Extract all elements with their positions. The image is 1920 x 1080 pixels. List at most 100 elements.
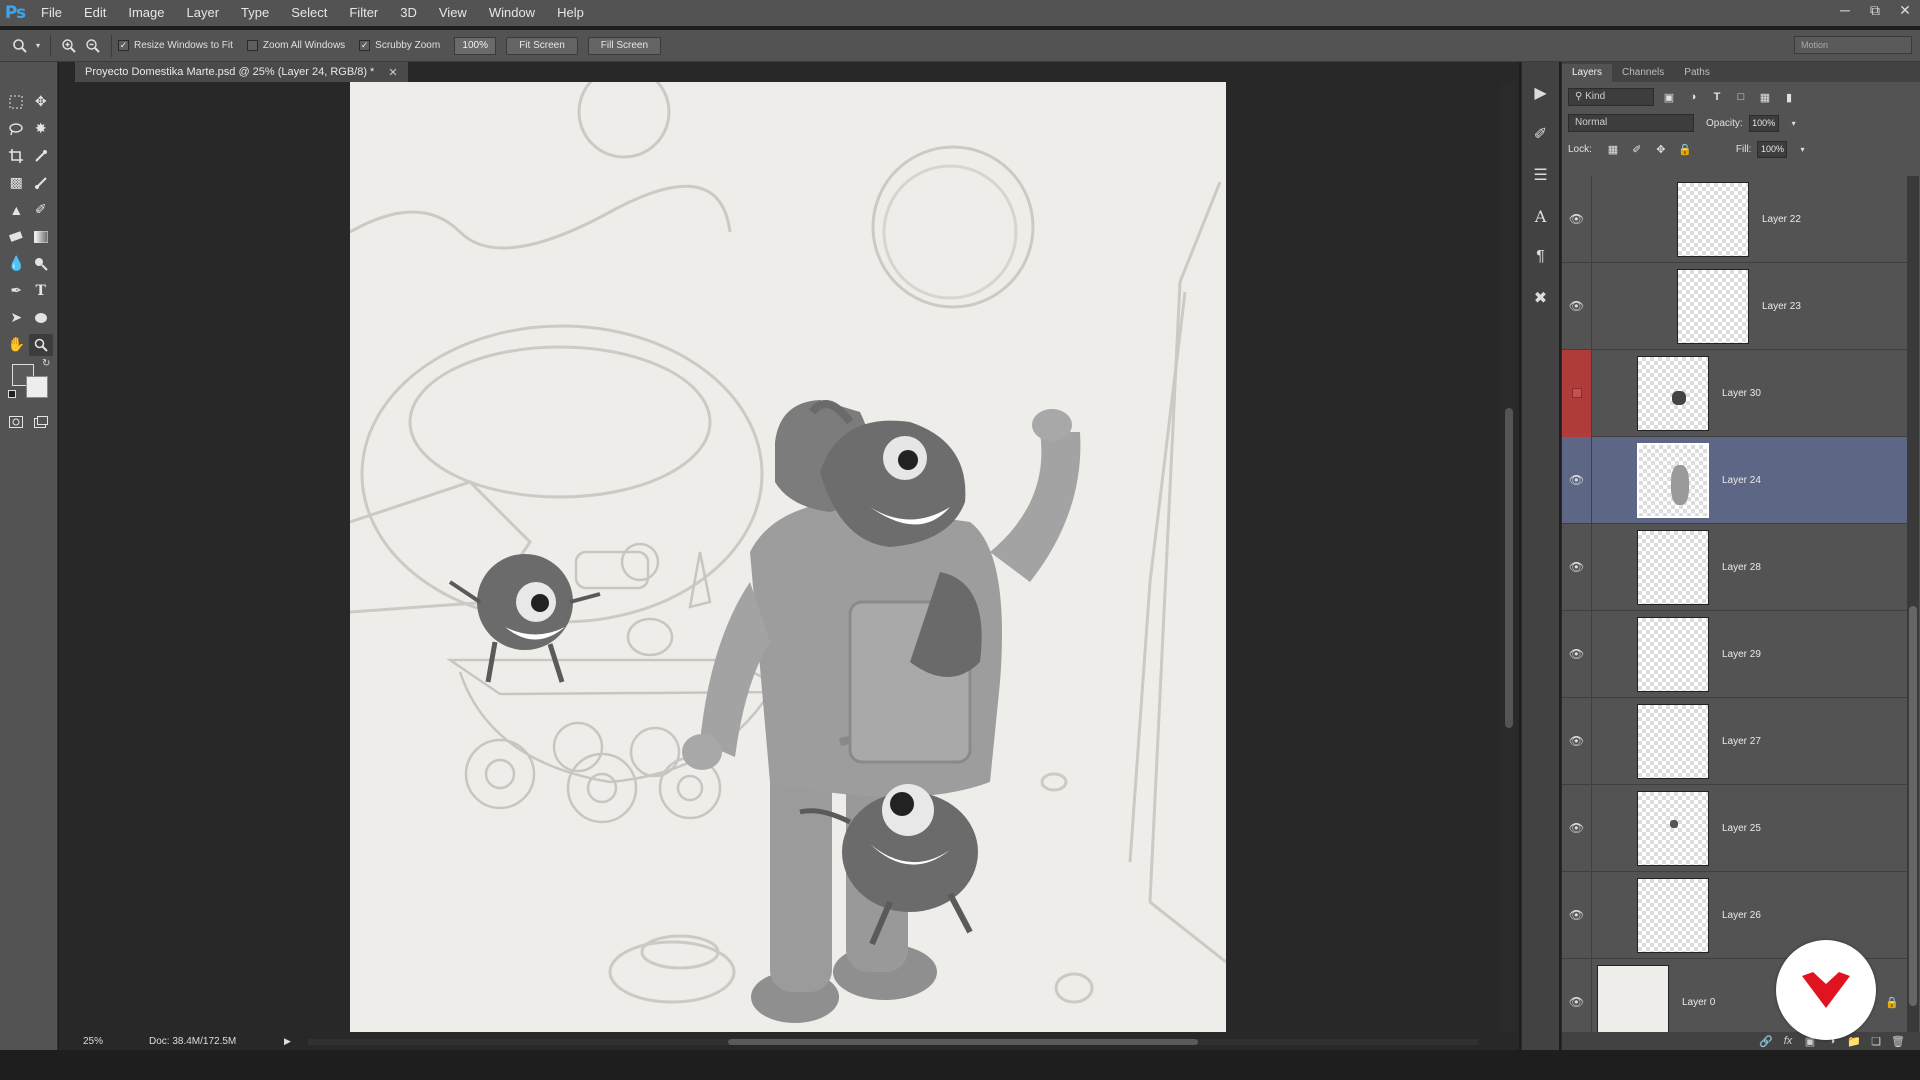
- magic-wand-tool-icon[interactable]: ✸: [29, 118, 53, 140]
- visibility-eye-icon[interactable]: 👁: [1562, 262, 1592, 350]
- scroll-thumb[interactable]: [1909, 606, 1917, 1006]
- chevron-down-icon[interactable]: ▾: [1793, 140, 1811, 158]
- zoom-tool-icon[interactable]: [28, 333, 53, 356]
- crop-tool-icon[interactable]: [4, 145, 28, 167]
- visibility-eye-icon[interactable]: 👁: [1562, 610, 1592, 698]
- resize-windows-checkbox[interactable]: ✓ Resize Windows to Fit: [118, 40, 233, 51]
- scrubby-zoom-checkbox[interactable]: ✓ Scrubby Zoom: [359, 40, 440, 51]
- menu-edit[interactable]: Edit: [73, 0, 117, 26]
- tab-channels[interactable]: Channels: [1612, 64, 1674, 82]
- screen-mode-icon[interactable]: [29, 411, 53, 433]
- lock-all-icon[interactable]: 🔒: [1676, 140, 1694, 158]
- canvas-vertical-scrollbar[interactable]: [1501, 82, 1517, 1034]
- move-tool-icon[interactable]: ✥: [29, 91, 53, 113]
- filter-toggle-icon[interactable]: ▮: [1780, 88, 1798, 106]
- adjustments-icon[interactable]: ☰: [1526, 160, 1556, 190]
- menu-file[interactable]: File: [30, 0, 73, 26]
- fill-screen-button[interactable]: Fill Screen: [587, 36, 662, 55]
- status-menu-arrow-icon[interactable]: ▶: [284, 1036, 291, 1047]
- filter-kind-select[interactable]: ⚲ Kind: [1568, 88, 1654, 106]
- workspace-select[interactable]: Motion: [1794, 36, 1912, 54]
- restore-icon[interactable]: ⧉: [1860, 0, 1890, 20]
- play-icon[interactable]: ▶: [1526, 78, 1556, 108]
- quick-mask-icon[interactable]: [4, 411, 28, 433]
- layer-row[interactable]: 👁 Layer 26: [1562, 871, 1907, 959]
- document-tab[interactable]: Proyecto Domestika Marte.psd @ 25% (Laye…: [75, 62, 408, 82]
- zoom-all-windows-checkbox[interactable]: Zoom All Windows: [246, 40, 345, 51]
- link-layers-icon[interactable]: 🔗: [1755, 1035, 1777, 1048]
- layer-row[interactable]: 👁 Layer 28: [1562, 523, 1907, 611]
- hand-tool-icon[interactable]: ✋: [4, 334, 28, 356]
- blur-tool-icon[interactable]: 💧: [4, 253, 28, 275]
- visibility-eye-icon[interactable]: 👁: [1562, 871, 1592, 959]
- menu-image[interactable]: Image: [117, 0, 175, 26]
- path-selection-tool-icon[interactable]: ➤: [4, 307, 28, 329]
- zoom-percent-field[interactable]: 100%: [454, 36, 497, 55]
- filter-type-icon[interactable]: T: [1708, 88, 1726, 106]
- dodge-tool-icon[interactable]: [29, 253, 53, 275]
- new-group-icon[interactable]: 📁: [1843, 1035, 1865, 1048]
- chevron-down-icon[interactable]: ▾: [1785, 114, 1803, 132]
- lock-transparency-icon[interactable]: ▦: [1604, 140, 1622, 158]
- layer-row[interactable]: 👁 Layer 23: [1562, 262, 1907, 350]
- layer-style-icon[interactable]: fx: [1777, 1035, 1799, 1047]
- clone-stamp-tool-icon[interactable]: ▲: [4, 199, 28, 221]
- zoom-readout[interactable]: 25%: [69, 1036, 117, 1047]
- type-tool-icon[interactable]: T: [29, 280, 53, 302]
- default-colors-icon[interactable]: [8, 390, 16, 398]
- close-document-icon[interactable]: ✕: [388, 66, 397, 79]
- filter-smart-object-icon[interactable]: ▦: [1756, 88, 1774, 106]
- lock-pixels-icon[interactable]: ✐: [1628, 140, 1646, 158]
- tab-paths[interactable]: Paths: [1674, 64, 1720, 82]
- visibility-eye-icon[interactable]: 👁: [1562, 784, 1592, 872]
- layer-row-selected[interactable]: 👁 Layer 24: [1562, 436, 1907, 524]
- new-layer-icon[interactable]: ❏: [1865, 1035, 1887, 1048]
- layer-row[interactable]: 👁 Layer 27: [1562, 697, 1907, 785]
- filter-pixel-icon[interactable]: ▣: [1660, 88, 1678, 106]
- character-icon[interactable]: A: [1526, 201, 1556, 231]
- menu-help[interactable]: Help: [546, 0, 595, 26]
- zoom-tool-preset-icon[interactable]: [8, 34, 32, 58]
- visibility-eye-icon[interactable]: 👁: [1562, 523, 1592, 611]
- menu-view[interactable]: View: [428, 0, 478, 26]
- visibility-eye-icon[interactable]: 👁: [1562, 436, 1592, 524]
- scroll-thumb[interactable]: [728, 1039, 1198, 1045]
- delete-layer-icon[interactable]: 🗑: [1887, 1035, 1909, 1048]
- canvas-horizontal-scrollbar[interactable]: [308, 1039, 1478, 1045]
- swap-colors-icon[interactable]: ↻: [42, 358, 50, 369]
- marquee-tool-icon[interactable]: [4, 91, 28, 113]
- pen-tool-icon[interactable]: ✒: [4, 280, 28, 302]
- layer-row[interactable]: Layer 30: [1562, 349, 1907, 437]
- menu-layer[interactable]: Layer: [176, 0, 231, 26]
- visibility-eye-icon[interactable]: 👁: [1562, 176, 1592, 263]
- menu-filter[interactable]: Filter: [338, 0, 389, 26]
- zoom-in-icon[interactable]: [57, 34, 81, 58]
- paragraph-icon[interactable]: ¶: [1526, 242, 1556, 272]
- brush-presets-icon[interactable]: ✐: [1526, 119, 1556, 149]
- scroll-thumb[interactable]: [1505, 408, 1513, 728]
- menu-select[interactable]: Select: [280, 0, 338, 26]
- visibility-hidden-icon[interactable]: [1562, 349, 1592, 437]
- menu-type[interactable]: Type: [230, 0, 280, 26]
- minimize-icon[interactable]: ─: [1830, 0, 1860, 20]
- menu-3d[interactable]: 3D: [389, 0, 428, 26]
- blend-mode-select[interactable]: Normal: [1568, 114, 1694, 132]
- lock-position-icon[interactable]: ✥: [1652, 140, 1670, 158]
- close-icon[interactable]: ✕: [1890, 0, 1920, 20]
- background-color-swatch[interactable]: [26, 376, 48, 398]
- healing-brush-tool-icon[interactable]: ▩: [4, 172, 28, 194]
- menu-window[interactable]: Window: [478, 0, 546, 26]
- zoom-out-icon[interactable]: [81, 34, 105, 58]
- gradient-tool-icon[interactable]: [29, 226, 53, 248]
- layer-row[interactable]: 👁 Layer 29: [1562, 610, 1907, 698]
- filter-adjustment-icon[interactable]: ◑: [1684, 88, 1702, 106]
- ellipse-tool-icon[interactable]: [29, 307, 53, 329]
- layers-scrollbar[interactable]: [1907, 176, 1919, 1032]
- chevron-down-icon[interactable]: ▾: [32, 34, 44, 58]
- brush-tool-icon[interactable]: [29, 172, 53, 194]
- history-brush-tool-icon[interactable]: ✐: [29, 199, 53, 221]
- eraser-tool-icon[interactable]: [4, 226, 28, 248]
- layer-row[interactable]: 👁 Layer 25: [1562, 784, 1907, 872]
- filter-shape-icon[interactable]: □: [1732, 88, 1750, 106]
- opacity-field[interactable]: 100%: [1748, 114, 1779, 132]
